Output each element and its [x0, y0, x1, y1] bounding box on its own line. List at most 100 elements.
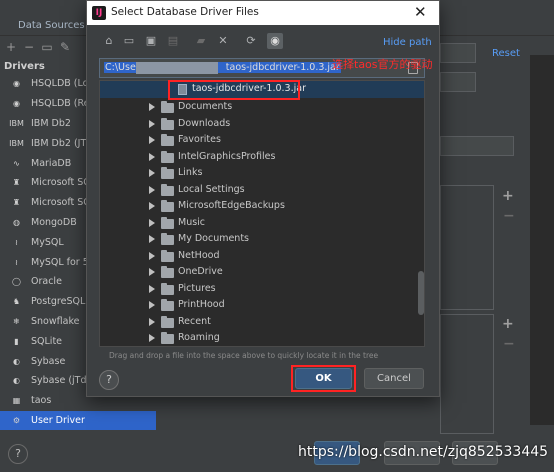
delete-icon[interactable]: ✕ [215, 33, 231, 49]
tree-folder-row[interactable]: Documents [100, 99, 424, 116]
sqlite-icon: ▮ [14, 336, 19, 346]
new-folder-icon[interactable]: ▰ [193, 33, 209, 49]
folder-label: Recent [178, 315, 211, 327]
ok-button[interactable]: OK [295, 368, 352, 389]
remove-template-icon[interactable]: − [503, 336, 515, 352]
expand-arrow-icon[interactable] [149, 251, 155, 260]
cancel-button[interactable]: Cancel [364, 368, 424, 389]
tree-folder-row[interactable]: OneDrive [100, 264, 424, 281]
postgresql-icon: ♞ [12, 297, 21, 307]
expand-arrow-icon[interactable] [149, 284, 155, 293]
drag-drop-hint: Drag and drop a file into the space abov… [109, 351, 379, 360]
expand-arrow-icon[interactable] [149, 152, 155, 161]
add-icon[interactable]: + [4, 40, 18, 54]
driver-item-label: HSQLDB (Loc [31, 78, 94, 90]
folder-label: PrintHood [178, 299, 225, 310]
driver-item-label: MySQL for 5. [31, 256, 92, 268]
expand-arrow-icon[interactable] [149, 103, 155, 111]
expand-arrow-icon[interactable] [149, 235, 155, 243]
intellij-app-icon: IJ [92, 6, 106, 20]
expand-arrow-icon[interactable] [149, 119, 155, 128]
tree-folder-row[interactable]: Local Settings [100, 182, 424, 199]
remove-icon[interactable]: − [22, 40, 36, 54]
tree-folder-row[interactable]: Favorites [100, 132, 424, 149]
tree-folder-row[interactable]: Pictures [100, 281, 424, 298]
jar-highlight-box [168, 80, 300, 100]
expand-arrow-icon[interactable] [149, 218, 155, 227]
sqlserver-icon: ♜ [12, 178, 21, 188]
tree-folder-row[interactable]: Recent [100, 314, 424, 331]
driver-files-list[interactable] [440, 185, 494, 310]
close-icon[interactable]: ✕ [414, 4, 427, 20]
mongodb-icon: ◍ [13, 217, 20, 227]
name-field[interactable] [440, 43, 476, 63]
add-file-icon[interactable]: + [502, 188, 514, 204]
mysql-icon: ≀ [15, 257, 18, 267]
tree-folder-row[interactable]: NetHood [100, 248, 424, 265]
background-help-button[interactable]: ? [8, 444, 28, 464]
url-templates-list[interactable] [440, 314, 494, 434]
tree-folder-row[interactable]: PrintHood [100, 297, 424, 314]
reset-link[interactable]: Reset [492, 48, 520, 59]
tree-scrollbar[interactable] [418, 271, 424, 315]
folder-label: MicrosoftEdgeBackups [178, 200, 285, 211]
driver-item-label: PostgreSQL [31, 296, 86, 308]
desktop-icon[interactable]: ▭ [121, 33, 137, 49]
tree-folder-row[interactable]: MicrosoftEdgeBackups [100, 198, 424, 215]
folder-label: Roaming [178, 332, 220, 343]
folder-label: My Documents [178, 233, 250, 244]
sqlserver-icon: ♜ [12, 198, 21, 208]
copy-icon[interactable]: ▭ [40, 40, 54, 54]
expand-arrow-icon[interactable] [149, 301, 155, 309]
driver-item[interactable]: ⚙ User Driver [0, 410, 156, 431]
expand-arrow-icon[interactable] [149, 334, 155, 342]
expand-arrow-icon[interactable] [149, 317, 155, 326]
tree-folder-row[interactable]: Music [100, 215, 424, 232]
mysql-icon: ≀ [15, 237, 18, 247]
hide-path-link[interactable]: Hide path [383, 37, 432, 48]
driver-item-label: taos [31, 395, 52, 407]
comment-field[interactable] [440, 72, 476, 92]
refresh-icon[interactable]: ⟳ [243, 33, 259, 49]
taos-icon: ▦ [12, 396, 21, 406]
tree-folder-row[interactable]: Roaming [100, 330, 424, 346]
tree-folder-row[interactable]: Links [100, 165, 424, 182]
tree-folder-row[interactable]: My Documents [100, 231, 424, 248]
folder-icon [161, 332, 174, 344]
module-icon[interactable]: ▤ [165, 33, 181, 49]
driver-item-label: Microsoft SC [31, 177, 90, 189]
dialog-title: Select Database Driver Files [111, 6, 259, 18]
project-icon[interactable]: ▣ [143, 33, 159, 49]
wrench-icon[interactable]: ✎ [58, 40, 72, 54]
folder-icon [161, 249, 174, 262]
expand-arrow-icon[interactable] [149, 136, 155, 144]
folder-icon [161, 117, 174, 130]
folder-label: Music [178, 216, 206, 228]
home-icon[interactable]: ⌂ [101, 33, 117, 49]
driver-item-label: IBM Db2 (JTC [31, 137, 93, 149]
folder-icon [161, 233, 174, 245]
sybase-icon: ◐ [13, 356, 20, 366]
ibm-icon: IBM [9, 138, 24, 148]
add-template-icon[interactable]: + [502, 316, 514, 332]
expand-arrow-icon[interactable] [149, 169, 155, 177]
folder-icon [161, 266, 174, 278]
folder-label: Links [178, 167, 203, 178]
remove-file-icon[interactable]: − [503, 208, 515, 224]
tree-folder-row[interactable]: Downloads [100, 116, 424, 133]
tree-folder-row[interactable]: IntelGraphicsProfiles [100, 149, 424, 166]
file-tree[interactable]: taos-jdbcdriver-1.0.3.jar Documents Downl… [99, 80, 425, 347]
folder-icon [161, 134, 174, 146]
folder-icon [161, 282, 174, 295]
dialog-help-button[interactable]: ? [99, 370, 119, 390]
expand-arrow-icon[interactable] [149, 202, 155, 210]
folder-label: Favorites [178, 134, 221, 145]
driver-class-select[interactable] [440, 136, 514, 156]
expand-arrow-icon[interactable] [149, 268, 155, 276]
expand-arrow-icon[interactable] [149, 185, 155, 194]
driver-item-label: MariaDB [31, 157, 72, 169]
driver-item-label: Microsoft SC [31, 197, 90, 209]
sybase-icon: ◐ [13, 376, 20, 386]
mariadb-icon: ∿ [13, 158, 20, 168]
show-hidden-icon[interactable]: ◉ [267, 33, 283, 49]
